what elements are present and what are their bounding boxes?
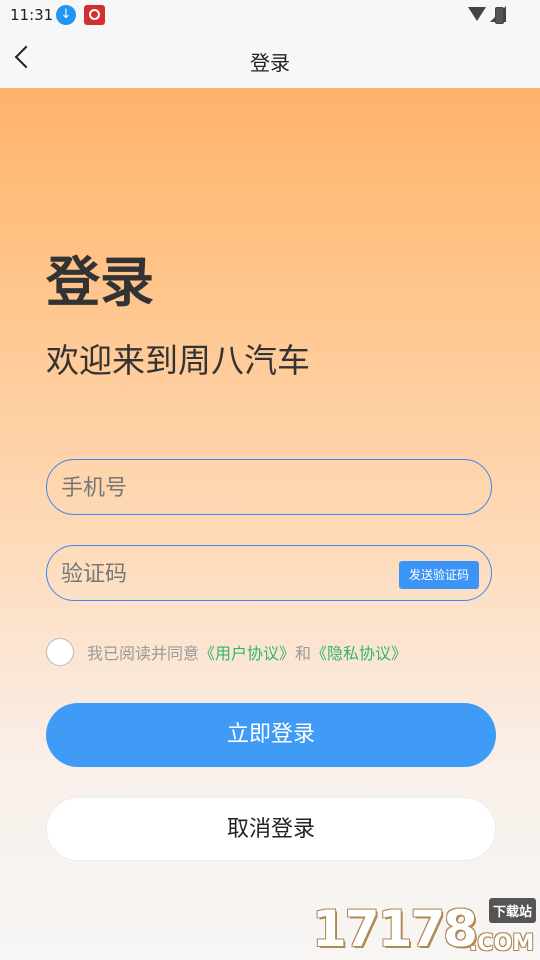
user-agreement-link[interactable]: 《用户协议》 — [199, 640, 295, 664]
site-watermark: 17178 .COM 下载站 — [312, 896, 536, 960]
login-button[interactable]: 立即登录 — [46, 703, 496, 767]
privacy-agreement-link[interactable]: 《隐私协议》 — [311, 640, 407, 664]
agreement-checkbox[interactable] — [46, 638, 74, 666]
watermark-digits: 17178 — [312, 900, 478, 958]
agreement-conjunction: 和 — [295, 644, 312, 663]
verification-code-input[interactable] — [59, 546, 383, 602]
download-icon: ↓ — [56, 5, 76, 25]
cancel-login-button[interactable]: 取消登录 — [46, 797, 496, 861]
watermark-badge: 下载站 — [488, 898, 536, 923]
status-bar: 11:31 ↓ — [0, 0, 540, 30]
agreement-row: 我已阅读并同意 《用户协议》 和 《隐私协议》 — [46, 636, 407, 668]
watermark-suffix: .COM — [469, 931, 535, 956]
phone-field-wrapper — [46, 459, 492, 516]
code-field-wrapper: 发送验证码 — [46, 545, 492, 602]
title-bar: 登录 — [0, 30, 540, 88]
battery-icon — [495, 7, 504, 24]
send-code-button[interactable]: 发送验证码 — [398, 561, 479, 589]
status-time: 11:31 — [10, 6, 54, 24]
welcome-text: 欢迎来到周八汽车 — [46, 341, 310, 380]
wifi-icon — [468, 7, 486, 21]
agreement-prefix: 我已阅读并同意 — [87, 644, 200, 663]
login-heading: 登录 — [46, 251, 154, 314]
app-notification-icon — [84, 5, 105, 25]
page-title: 登录 — [250, 51, 290, 75]
phone-input[interactable] — [59, 460, 383, 516]
